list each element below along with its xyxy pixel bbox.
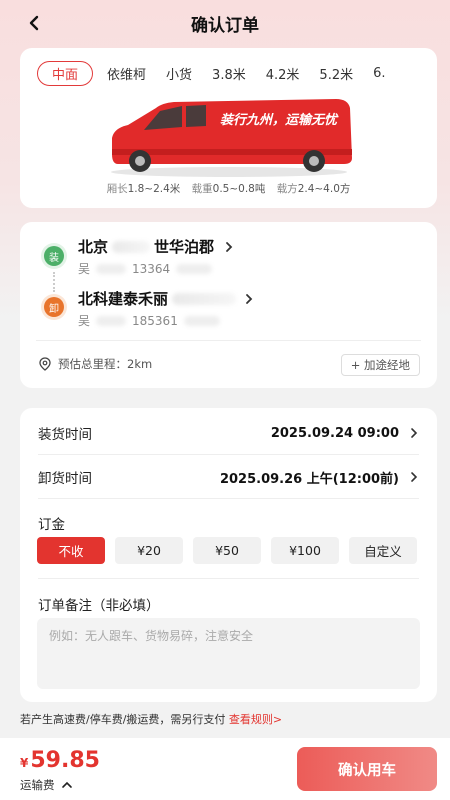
vehicle-tabs: 中面 依维柯 小货 3.8米 4.2米 5.2米 6. — [20, 48, 437, 86]
price-amount: 59.85 — [30, 748, 100, 773]
unload-badge: 卸 — [44, 297, 64, 317]
vehicle-tab-4[interactable]: 4.2米 — [266, 64, 300, 83]
spec-volume-label: 载方 — [276, 183, 298, 195]
load-time-row[interactable]: 装货时间 2025.09.24 09:00 — [38, 411, 419, 455]
redacted-text — [112, 240, 151, 253]
header: 确认订单 — [0, 0, 450, 46]
load-time-value: 2025.09.24 09:00 — [270, 425, 399, 441]
spec-weight-value: 0.5~0.8吨 — [212, 183, 266, 195]
unload-time-value: 2025.09.26 上午(12:00前) — [219, 471, 399, 487]
price-detail-toggle[interactable]: 运输费 — [20, 777, 73, 793]
divider — [38, 578, 419, 579]
vehicle-tab-2[interactable]: 小货 — [166, 64, 192, 83]
price: ¥ 59.85 — [20, 748, 100, 773]
load-badge: 装 — [44, 246, 64, 266]
vehicle-tab-5[interactable]: 5.2米 — [319, 64, 353, 83]
chevron-right-icon — [411, 428, 418, 438]
vehicle-tab-3[interactable]: 3.8米 — [212, 64, 246, 83]
load-address-prefix: 北京 — [78, 238, 109, 256]
vehicle-tab-0[interactable]: 中面 — [37, 61, 94, 86]
route-connector — [53, 272, 55, 292]
deposit-option-100[interactable]: ¥100 — [271, 537, 339, 564]
deposit-option-50[interactable]: ¥50 — [193, 537, 261, 564]
distance-label: 预估总里程：2km — [58, 357, 153, 371]
spec-volume-value: 2.4~4.0方 — [297, 183, 351, 195]
unload-time-row[interactable]: 卸货时间 2025.09.26 上午(12:00前) — [38, 455, 419, 499]
load-time-label: 装货时间 — [38, 427, 92, 443]
unload-contact: 吴 185361 — [78, 312, 220, 329]
fee-notice: 若产生高速费/停车费/搬运费，需另行支付 查看规则> — [20, 711, 282, 727]
load-address-suffix: 世华泊郡 — [154, 238, 215, 256]
chevron-right-icon — [226, 241, 233, 252]
load-contact: 吴 13364 — [78, 260, 213, 277]
remark-label: 订单备注（非必填） — [38, 598, 160, 614]
redacted-text — [176, 263, 213, 274]
spec-length-label: 厢长 — [106, 183, 128, 195]
chevron-right-icon — [246, 293, 253, 304]
deposit-option-custom[interactable]: 自定义 — [349, 537, 417, 564]
location-pin-icon — [39, 357, 51, 371]
add-waypoint-button[interactable]: + 加途经地 — [340, 354, 420, 376]
deposit-option-none[interactable]: 不收 — [37, 537, 105, 564]
unload-contact-phone: 185361 — [132, 313, 178, 328]
load-contact-phone: 13364 — [132, 261, 171, 276]
order-details-card: 装货时间 2025.09.24 09:00 卸货时间 2025.09.26 上午… — [20, 408, 437, 702]
vehicle-tab-1[interactable]: 依维柯 — [107, 64, 146, 83]
price-label: 运输费 — [20, 778, 55, 792]
bottom-bar: ¥ 59.85 运输费 确认用车 — [0, 738, 450, 800]
distance-estimate: 预估总里程：2km — [38, 356, 152, 372]
deposit-label: 订金 — [38, 517, 65, 533]
vehicle-specs: 厢长1.8~2.4米 载重0.5~0.8吨 载方2.4~4.0方 — [20, 181, 437, 196]
unload-address-text: 北科建泰禾丽 — [78, 290, 169, 308]
vehicle-card: 中面 依维柯 小货 3.8米 4.2米 5.2米 6. 装行九州，运输无忧 厢长… — [20, 48, 437, 208]
unload-address[interactable]: 北科建泰禾丽 — [78, 288, 254, 309]
redacted-text — [183, 315, 220, 326]
chevron-right-icon — [411, 472, 418, 482]
load-contact-name: 吴 — [78, 262, 91, 276]
deposit-options: 不收 ¥20 ¥50 ¥100 自定义 — [37, 537, 417, 564]
fee-notice-text: 若产生高速费/停车费/搬运费，需另行支付 — [20, 713, 226, 726]
chevron-up-icon — [61, 781, 72, 788]
back-icon[interactable] — [22, 11, 46, 35]
load-address[interactable]: 北京 世华泊郡 — [78, 236, 234, 257]
route-card: 装 卸 北京 世华泊郡 吴 13364 北科建泰禾丽 吴 185361 预估总里… — [20, 222, 437, 388]
page-title: 确认订单 — [191, 15, 259, 36]
vehicle-tab-6[interactable]: 6. — [373, 66, 385, 81]
spec-weight-label: 载重 — [191, 183, 213, 195]
deposit-option-20[interactable]: ¥20 — [115, 537, 183, 564]
spec-length-value: 1.8~2.4米 — [127, 183, 181, 195]
divider — [36, 340, 421, 341]
confirm-order-button[interactable]: 确认用车 — [297, 747, 437, 791]
van-banner-text: 装行九州，运输无忧 — [220, 112, 339, 128]
view-rules-link[interactable]: 查看规则> — [229, 713, 282, 726]
redacted-text — [96, 263, 127, 274]
redacted-text — [172, 292, 237, 305]
remark-textarea[interactable]: 例如：无人跟车、货物易碎，注意安全 — [37, 618, 420, 689]
price-currency: ¥ — [20, 756, 29, 770]
divider — [38, 498, 419, 499]
redacted-text — [96, 315, 127, 326]
unload-contact-name: 吴 — [78, 314, 91, 328]
unload-time-label: 卸货时间 — [38, 471, 92, 487]
